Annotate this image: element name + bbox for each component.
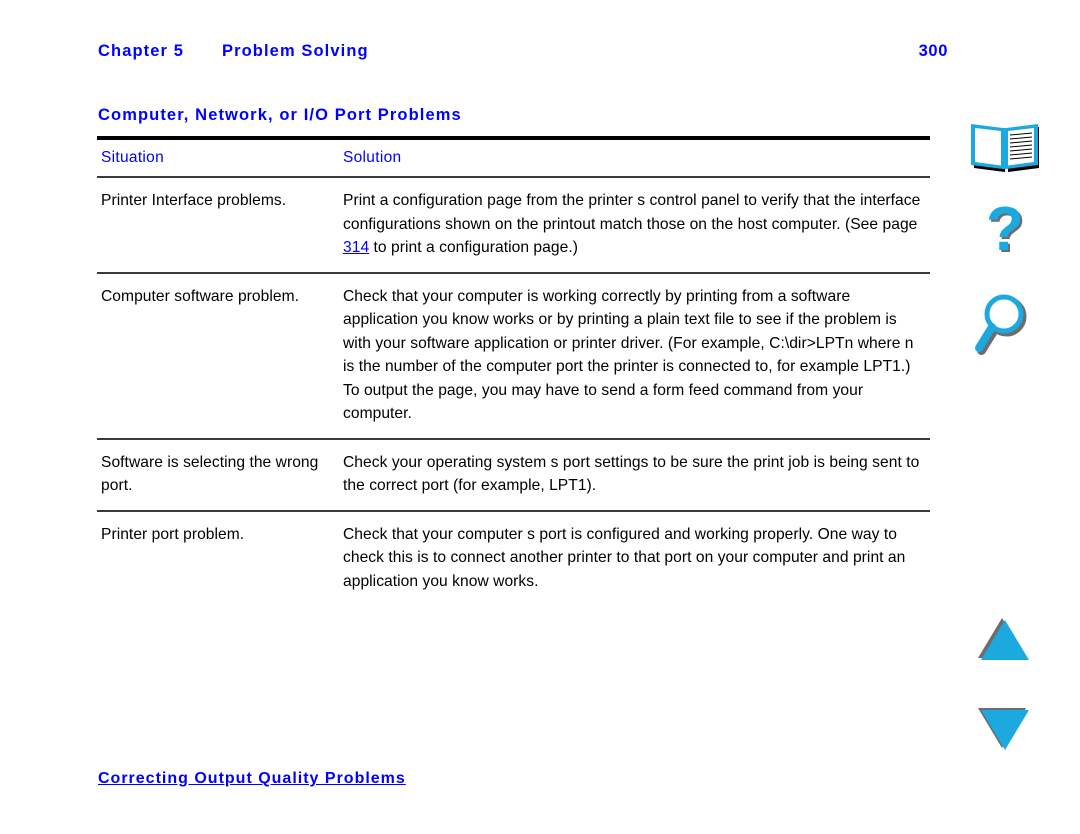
troubleshooting-table: Situation Solution Printer Interface pro… — [97, 136, 930, 605]
table-cell-solution: Check that your computer is working corr… — [342, 274, 930, 438]
table-header-row: Situation Solution — [97, 140, 930, 176]
svg-text:?: ? — [986, 198, 1024, 264]
table-row: Printer Interface problems. Print a conf… — [97, 178, 930, 272]
column-header-solution-label: Solution — [343, 149, 402, 166]
situation-text: Printer Interface problems. — [101, 192, 287, 209]
book-icon[interactable] — [966, 118, 1046, 180]
table-cell-situation: Computer software problem. — [97, 274, 342, 321]
chapter-label: Chapter 5 — [98, 42, 185, 60]
page-reference-link[interactable]: 314 — [343, 239, 369, 256]
solution-text: Check that your computer is working corr… — [343, 287, 914, 423]
table-row: Software is selecting the wrong port. Ch… — [97, 440, 930, 510]
help-icon[interactable]: ? ? — [966, 198, 1046, 266]
solution-text: Check that your computer s port is confi… — [343, 525, 906, 590]
section-heading: Computer, Network, or I/O Port Problems — [98, 106, 462, 124]
up-arrow-icon[interactable] — [966, 612, 1046, 674]
chapter-title: Problem Solving — [222, 42, 369, 60]
table-cell-solution: Check your operating system s port setti… — [342, 440, 930, 510]
table-cell-situation: Software is selecting the wrong port. — [97, 440, 342, 510]
situation-text: Printer port problem. — [101, 525, 245, 543]
table-cell-solution: Print a configuration page from the prin… — [342, 178, 930, 272]
solution-text: Print a configuration page from the prin… — [343, 189, 926, 260]
table-row: Printer port problem. Check that your co… — [97, 512, 930, 606]
document-page: Chapter 5 Problem Solving 300 Computer, … — [0, 0, 1080, 834]
solution-text: Check your operating system s port setti… — [343, 453, 920, 495]
page-header: Chapter 5 Problem Solving 300 — [98, 42, 978, 70]
down-arrow-icon[interactable] — [966, 698, 1046, 760]
navigation-icon-bar: ? ? — [966, 0, 1056, 834]
column-header-situation-label: Situation — [101, 149, 165, 166]
footer-section-link[interactable]: Correcting Output Quality Problems — [98, 770, 406, 788]
solution-text-part1: Print a configuration page from the prin… — [343, 192, 921, 233]
table-row: Computer software problem. Check that yo… — [97, 274, 930, 438]
page-number: 300 — [918, 42, 948, 60]
search-icon[interactable] — [966, 292, 1046, 355]
column-header-solution: Solution — [342, 140, 930, 176]
solution-text-part2: to print a configuration page.) — [369, 239, 578, 256]
situation-text: Computer software problem. — [101, 287, 300, 305]
situation-text: Software is selecting the wrong port. — [101, 453, 319, 495]
column-header-situation: Situation — [97, 140, 342, 176]
table-cell-situation: Printer port problem. — [97, 512, 342, 559]
table-cell-situation: Printer Interface problems. — [97, 178, 342, 225]
table-cell-solution: Check that your computer s port is confi… — [342, 512, 930, 606]
